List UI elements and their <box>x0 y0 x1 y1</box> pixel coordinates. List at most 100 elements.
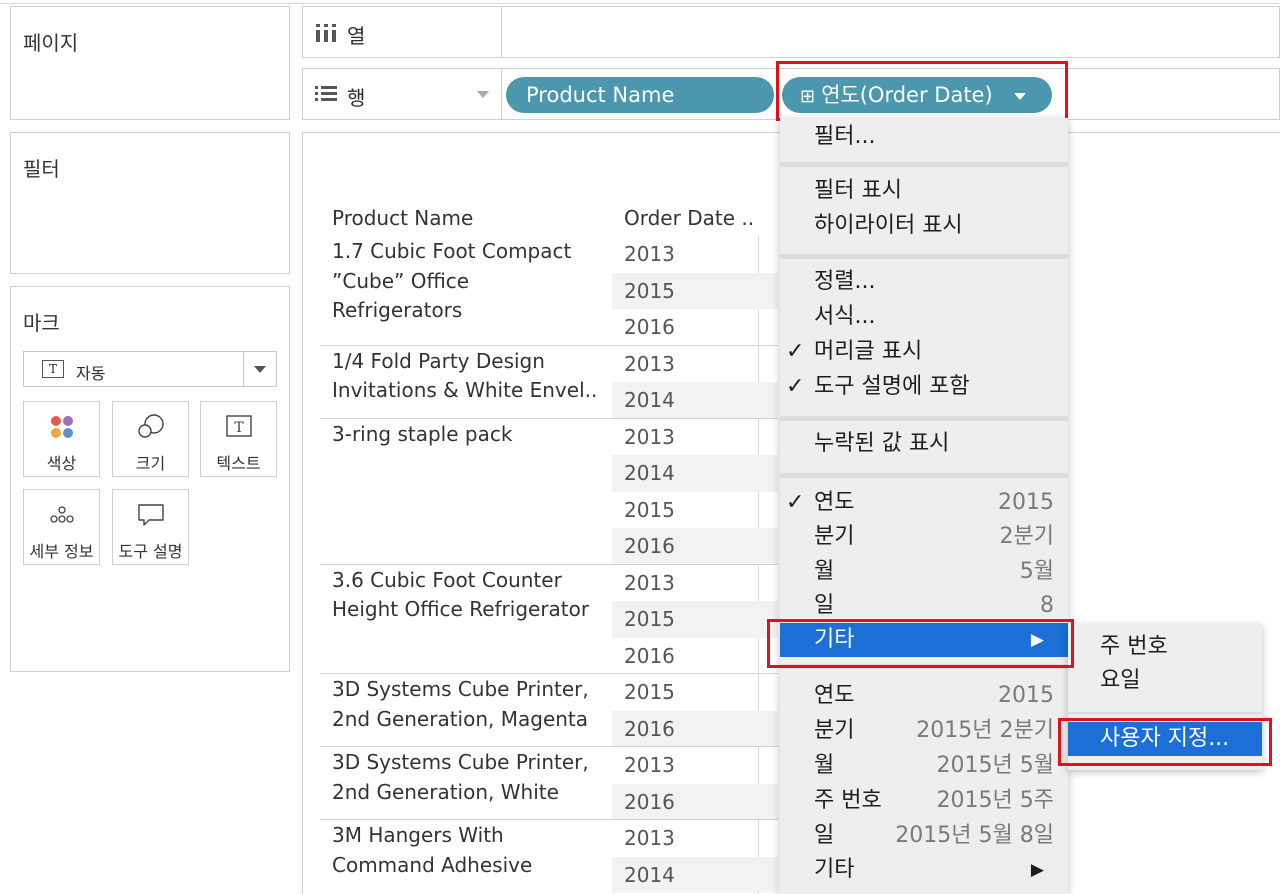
year-cell[interactable]: 2016 <box>612 309 778 346</box>
columns-shelf[interactable]: 열 <box>302 6 1280 58</box>
menu-label: 일 <box>814 823 835 848</box>
text-mark-icon: T <box>42 360 64 378</box>
year-cell[interactable]: 2013 <box>612 747 778 784</box>
highlight-box-pill <box>776 61 1068 121</box>
menu-item-continuous-month[interactable]: 월 2015년 5월 <box>780 749 1068 783</box>
menu-item-include-in-tooltip[interactable]: ✓ 도구 설명에 포함 <box>780 370 1068 404</box>
menu-value: 2015 <box>998 683 1054 708</box>
menu-label: 누락된 값 표시 <box>814 431 950 456</box>
product-name-cell[interactable]: 3D Systems Cube Printer, 2nd Generation, … <box>332 748 589 807</box>
marks-panel: 마크 T 자동 색상 크기 T 텍스트 세부 정보 도구 설명 <box>10 286 290 672</box>
product-name-cell[interactable]: 1/4 Fold Party Design Invitations & White… <box>332 347 597 406</box>
marks-title: 마크 <box>23 311 60 335</box>
product-name-cell[interactable]: 3-ring staple pack <box>332 420 512 450</box>
size-circles-icon <box>113 412 188 442</box>
tooltip-label: 도구 설명 <box>118 542 183 561</box>
menu-item-discrete-quarter[interactable]: 분기 2분기 <box>780 520 1068 554</box>
color-label: 색상 <box>46 454 77 473</box>
product-name-line: 2nd Generation, White <box>332 779 559 804</box>
menu-item-continuous-quarter[interactable]: 분기 2015년 2분기 <box>780 714 1068 748</box>
header-order-date[interactable]: Order Date .. <box>624 206 754 230</box>
year-cell[interactable]: 2015 <box>612 674 778 711</box>
menu-label: 분기 <box>814 524 855 549</box>
year-cell[interactable]: 2016 <box>612 528 778 565</box>
product-name-line: 3-ring staple pack <box>332 421 513 446</box>
menu-item-continuous-week[interactable]: 주 번호 2015년 5주 <box>780 784 1068 818</box>
year-cell[interactable]: 2013 <box>612 820 778 857</box>
submenu-item-week-number[interactable]: 주 번호 <box>1068 630 1262 664</box>
menu-value: 5월 <box>1019 559 1054 584</box>
text-button[interactable]: T 텍스트 <box>200 401 277 477</box>
filters-title: 필터 <box>23 157 60 181</box>
menu-item-discrete-month[interactable]: 월 5월 <box>780 555 1068 589</box>
mark-type-label: 자동 <box>76 364 106 383</box>
chevron-down-icon[interactable] <box>254 366 266 373</box>
highlight-box-more <box>767 619 1074 668</box>
detail-button[interactable]: 세부 정보 <box>23 489 100 565</box>
filters-panel[interactable]: 필터 <box>10 132 290 274</box>
mark-type-dropdown[interactable]: T 자동 <box>23 351 277 387</box>
header-product-name: Product Name <box>332 206 474 230</box>
year-cell[interactable]: 2014 <box>612 856 778 893</box>
product-name-cell[interactable]: 3D Systems Cube Printer, 2nd Generation, … <box>332 675 589 734</box>
year-cell[interactable]: 2014 <box>612 455 778 492</box>
year-cell[interactable]: 2015 <box>612 601 778 638</box>
menu-label: 하이라이터 표시 <box>814 213 963 238</box>
year-cell[interactable]: 2016 <box>612 783 778 820</box>
product-name-pill-label: Product Name <box>526 83 675 107</box>
check-icon: ✓ <box>786 490 805 515</box>
menu-item-show-header[interactable]: ✓ 머리글 표시 <box>780 335 1068 369</box>
menu-value: 2015년 5월 <box>936 753 1054 778</box>
year-cell[interactable]: 2013 <box>612 565 778 602</box>
product-name-pill[interactable]: Product Name <box>506 77 774 113</box>
menu-item-sort[interactable]: 정렬... <box>780 265 1068 299</box>
product-name-cell[interactable]: 3.6 Cubic Foot Counter Height Office Refr… <box>332 566 589 625</box>
menu-item-show-missing-values[interactable]: 누락된 값 표시 <box>780 427 1068 461</box>
color-button[interactable]: 색상 <box>23 401 100 477</box>
menu-item-discrete-year[interactable]: ✓ 연도 2015 <box>780 486 1068 520</box>
menu-label: 필터... <box>814 124 876 149</box>
pages-panel[interactable]: 페이지 <box>10 6 290 120</box>
product-name-cell[interactable]: 3M Hangers With Command Adhesive <box>332 821 532 880</box>
size-label: 크기 <box>135 454 166 473</box>
year-cell[interactable]: 2015 <box>612 272 778 309</box>
shelf-divider <box>501 69 502 119</box>
menu-label: 월 <box>814 753 835 778</box>
menu-item-continuous-day[interactable]: 일 2015년 5월 8일 <box>780 819 1068 853</box>
menu-separator <box>780 416 1068 421</box>
menu-item-show-filter[interactable]: 필터 표시 <box>780 174 1068 208</box>
year-cell[interactable]: 2016 <box>612 638 778 675</box>
detail-dots-icon <box>24 500 99 530</box>
menu-item-filter[interactable]: 필터... <box>780 120 1068 154</box>
menu-label: 월 <box>814 559 835 584</box>
menu-label: 정렬... <box>814 269 876 294</box>
menu-item-continuous-more[interactable]: 기타 ▶ <box>780 853 1068 887</box>
menu-value: 2분기 <box>999 524 1054 549</box>
year-cell[interactable]: 2015 <box>612 492 778 529</box>
menu-item-discrete-day[interactable]: 일8 <box>780 589 1068 623</box>
year-cell[interactable]: 2014 <box>612 382 778 419</box>
product-name-line: Height Office Refrigerator <box>332 597 590 621</box>
tooltip-button[interactable]: 도구 설명 <box>112 489 189 565</box>
columns-icon <box>316 24 336 42</box>
product-name-line: 1/4 Fold Party Design <box>332 348 545 373</box>
product-name-line: Refrigerators <box>332 298 463 322</box>
dropdown-separator <box>243 352 244 386</box>
rows-label: 행 <box>347 86 366 110</box>
menu-separator <box>780 473 1068 478</box>
year-cell[interactable]: 2016 <box>612 710 778 747</box>
year-cell[interactable]: 2013 <box>612 346 778 383</box>
submenu-arrow-icon: ▶ <box>1030 860 1044 880</box>
product-name-cell[interactable]: 1.7 Cubic Foot Compact ”Cube” Office Refri… <box>332 237 571 326</box>
menu-label: 서식... <box>814 304 876 329</box>
year-cell[interactable]: 2013 <box>612 419 778 456</box>
size-button[interactable]: 크기 <box>112 401 189 477</box>
highlight-box-custom <box>1058 718 1272 766</box>
rows-shelf-chevron-icon[interactable] <box>477 91 489 98</box>
menu-item-format[interactable]: 서식... <box>780 300 1068 334</box>
menu-item-continuous-year[interactable]: 연도 2015 <box>780 679 1068 713</box>
submenu-item-weekday[interactable]: 요일 <box>1068 664 1262 698</box>
product-name-line: 1.7 Cubic Foot Compact <box>332 239 572 263</box>
menu-item-show-highlighter[interactable]: 하이라이터 표시 <box>780 209 1068 243</box>
year-cell[interactable]: 2013 <box>612 236 778 273</box>
